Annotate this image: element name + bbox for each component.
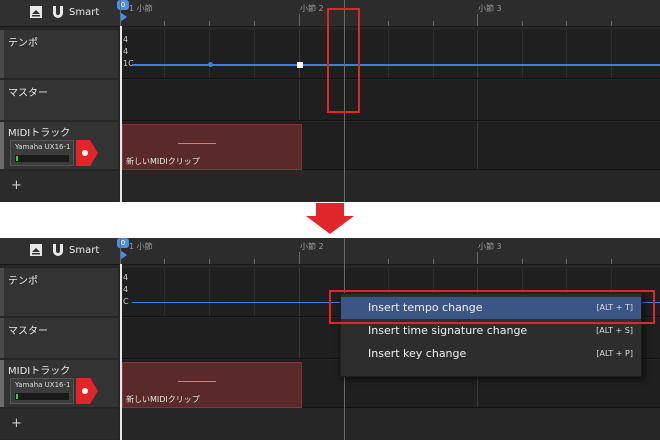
level-meter (15, 155, 69, 162)
playhead-triangle-icon[interactable] (120, 250, 127, 260)
record-arm-button[interactable] (76, 378, 98, 404)
playhead-triangle-icon[interactable] (120, 12, 127, 22)
ruler-tick (477, 14, 478, 26)
time-signature-numerator: 4 (123, 273, 129, 282)
smart-snap-label[interactable]: Smart (69, 7, 99, 18)
time-signature-denominator: 4 (123, 47, 129, 56)
down-arrow-head (306, 216, 354, 234)
menu-item-label: Insert key change (368, 347, 467, 360)
tempo-track-header[interactable]: テンポ (0, 30, 118, 78)
magnet-snap-icon[interactable] (51, 243, 65, 257)
add-track-button[interactable]: + (11, 416, 22, 431)
ruler-tick (433, 21, 434, 26)
ruler-tick (477, 252, 478, 264)
ruler-tick (209, 259, 210, 264)
menu-item-shortcut: [ALT + P] (596, 349, 633, 358)
midi-track-header[interactable]: MIDIトラック Yamaha UX16-1 (0, 122, 118, 169)
add-track-button[interactable]: + (11, 178, 22, 193)
tempo-point-selected[interactable] (297, 62, 303, 68)
master-track-header[interactable]: マスター (0, 318, 118, 358)
ruler-tick (522, 259, 523, 264)
record-arm-button[interactable] (76, 140, 98, 166)
ruler-tick (611, 259, 612, 264)
bar-label: 小節 3 (478, 242, 502, 251)
bar-label: 小節 2 (300, 242, 324, 251)
track-name: テンポ (8, 276, 38, 287)
toolbar: Smart (0, 238, 120, 265)
clip-label: 新しいMIDIクリップ (126, 157, 200, 166)
midi-clip[interactable]: 新しいMIDIクリップ (122, 124, 302, 170)
track-name: マスター (8, 88, 48, 99)
daw-panel-before: Smart 0 1 小節 小節 2 小節 3 テンポ 4 4 1C マスター M… (0, 0, 660, 202)
timeline-ruler[interactable]: 0 1 小節 小節 2 小節 3 (117, 0, 660, 27)
highlight-box (327, 8, 360, 113)
add-track-row: + (0, 171, 118, 201)
ruler-tick (299, 252, 300, 264)
time-signature-numerator: 4 (123, 35, 129, 44)
track-name: テンポ (8, 38, 38, 49)
master-lane[interactable] (120, 80, 660, 121)
menu-item-shortcut: [ALT + S] (596, 326, 633, 335)
midi-track-header[interactable]: MIDIトラック Yamaha UX16-1 (0, 360, 118, 407)
ruler-tick (388, 21, 389, 26)
ruler-tick (611, 21, 612, 26)
ruler-tick (254, 259, 255, 264)
down-arrow-icon (316, 203, 344, 217)
menu-item-insert-key-change[interactable]: Insert key change [ALT + P] (341, 343, 641, 365)
collapse-icon[interactable] (29, 243, 43, 257)
clip-label: 新しいMIDIクリップ (126, 395, 200, 404)
ruler-tick (164, 259, 165, 264)
master-track-header[interactable]: マスター (0, 80, 118, 120)
midi-device-selector[interactable]: Yamaha UX16-1 (10, 140, 74, 166)
ruler-tick (209, 21, 210, 26)
device-label: Yamaha UX16-1 (15, 143, 71, 151)
level-meter (15, 393, 69, 400)
playhead-marker[interactable]: 0 (117, 238, 129, 248)
time-signature-denominator: 4 (123, 285, 129, 294)
ruler-tick (566, 21, 567, 26)
ruler-tick (433, 259, 434, 264)
tempo-lane[interactable]: 4 4 1C (120, 30, 660, 79)
ruler-tick (254, 21, 255, 26)
key-label: C (123, 297, 129, 306)
highlight-box (329, 290, 655, 324)
smart-snap-label[interactable]: Smart (69, 245, 99, 256)
timeline-ruler[interactable]: 0 1 小節 小節 2 小節 3 (117, 238, 660, 265)
bar-label: 小節 2 (300, 4, 324, 13)
ruler-tick (164, 21, 165, 26)
ruler-tick (522, 21, 523, 26)
playhead-marker[interactable]: 0 (117, 0, 129, 10)
ruler-tick (120, 238, 121, 264)
track-name: マスター (8, 326, 48, 337)
add-track-row: + (0, 409, 118, 439)
clip-notes (178, 381, 216, 382)
toolbar: Smart (0, 0, 120, 27)
magnet-snap-icon[interactable] (51, 5, 65, 19)
ruler-tick (566, 259, 567, 264)
ruler-tick (120, 0, 121, 26)
menu-item-label: Insert time signature change (368, 324, 528, 337)
midi-clip[interactable]: 新しいMIDIクリップ (122, 362, 302, 408)
ruler-tick (388, 259, 389, 264)
bar-label: 小節 3 (478, 4, 502, 13)
midi-device-selector[interactable]: Yamaha UX16-1 (10, 378, 74, 404)
midi-lane[interactable]: 新しいMIDIクリップ (120, 122, 660, 170)
track-name: MIDIトラック (8, 366, 71, 377)
collapse-icon[interactable] (29, 5, 43, 19)
playhead-line (120, 264, 122, 440)
device-label: Yamaha UX16-1 (15, 381, 71, 389)
clip-notes (178, 143, 216, 144)
playhead-line (120, 26, 122, 202)
tempo-point[interactable] (208, 62, 213, 67)
ruler-tick (299, 14, 300, 26)
bar-label: 1 小節 (129, 242, 153, 251)
tempo-track-header[interactable]: テンポ (0, 268, 118, 316)
track-name: MIDIトラック (8, 128, 71, 139)
bar-label: 1 小節 (129, 4, 153, 13)
